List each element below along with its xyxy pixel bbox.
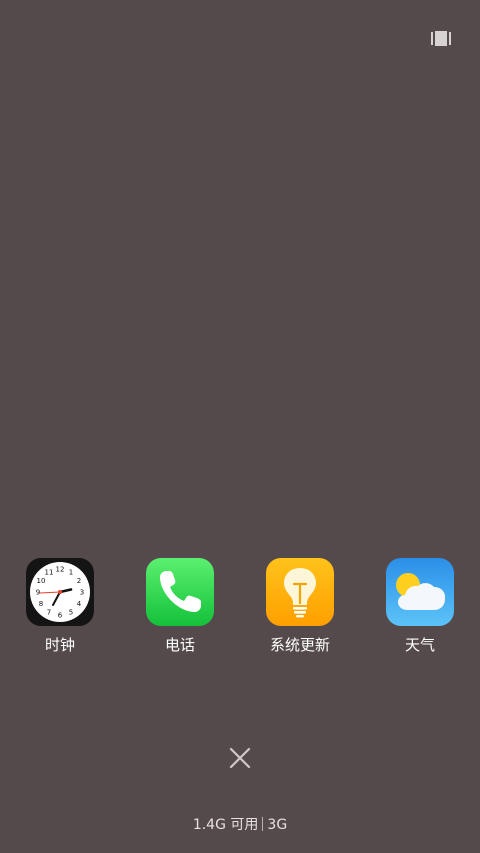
clock-number-5: 5 xyxy=(69,609,73,617)
memory-divider xyxy=(262,817,264,831)
clock-number-7: 7 xyxy=(47,609,51,617)
clock-number-6: 6 xyxy=(58,612,63,620)
recent-app-label: 时钟 xyxy=(44,636,75,654)
multi-window-icon xyxy=(431,31,451,46)
recent-app-clock[interactable]: 12 1 2 3 4 5 6 7 8 9 10 11 时钟 xyxy=(5,558,115,668)
clock-icon: 12 1 2 3 4 5 6 7 8 9 10 11 xyxy=(26,558,94,626)
lightbulb-icon xyxy=(266,558,334,626)
clock-number-8: 8 xyxy=(39,600,43,608)
weather-icon xyxy=(386,558,454,626)
clock-number-11: 11 xyxy=(45,569,54,577)
clock-number-1: 1 xyxy=(69,569,73,577)
recent-app-label: 电话 xyxy=(164,636,195,654)
recent-app-label: 天气 xyxy=(404,636,435,654)
memory-total: 3G xyxy=(267,817,288,833)
memory-available: 1.4G 可用 xyxy=(192,817,259,833)
clock-number-10: 10 xyxy=(37,577,46,585)
clear-recents-button[interactable] xyxy=(228,746,252,770)
clock-number-4: 4 xyxy=(77,600,82,608)
recent-app-system-update[interactable]: 系统更新 xyxy=(245,558,355,668)
recent-app-weather[interactable]: 天气 xyxy=(365,558,475,668)
recent-app-phone[interactable]: 电话 xyxy=(125,558,235,668)
phone-icon xyxy=(146,558,214,626)
recent-apps-row: 12 1 2 3 4 5 6 7 8 9 10 11 时钟 电话 系统更新 天气 xyxy=(0,558,480,668)
clock-number-9: 9 xyxy=(36,589,40,597)
clock-number-12: 12 xyxy=(56,566,65,574)
multi-window-toggle-button[interactable] xyxy=(431,31,451,46)
clock-number-2: 2 xyxy=(77,577,81,585)
recent-app-label: 系统更新 xyxy=(269,636,330,654)
clock-number-3: 3 xyxy=(80,589,84,597)
memory-status: 1.4G 可用 3G xyxy=(0,815,480,835)
close-icon xyxy=(229,747,251,769)
